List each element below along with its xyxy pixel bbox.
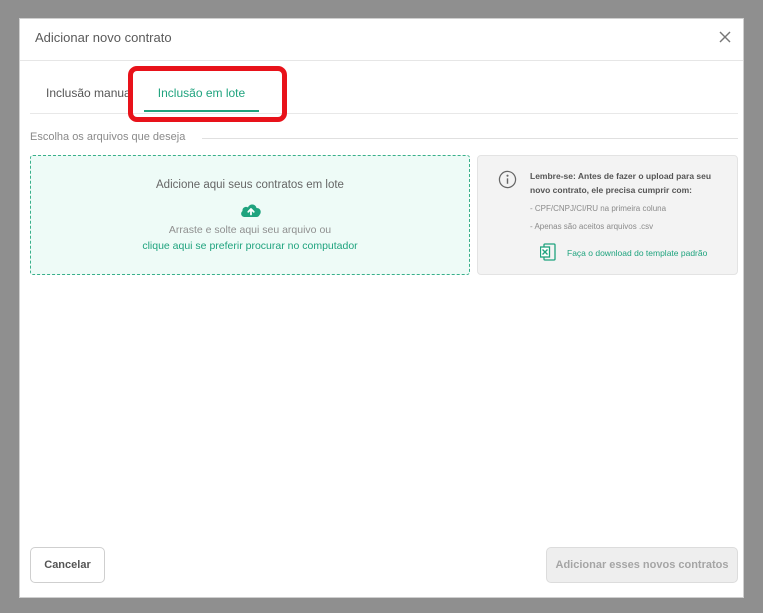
section-label: Escolha os arquivos que deseja [30,131,186,143]
modal-title: Adicionar novo contrato [35,30,172,45]
tab-highlight-annotation [128,66,287,122]
browse-files-link[interactable]: clique aqui se preferir procurar no comp… [31,240,469,252]
dropzone-title: Adicione aqui seus contratos em lote [156,179,344,191]
requirements-info-box: Lembre-se: Antes de fazer o upload para … [477,155,738,275]
info-icon [498,170,517,189]
requirement-item: - CPF/CNPJ/CI/RU na primeira coluna [530,204,667,213]
tab-manual-inclusion[interactable]: Inclusão manual [46,79,133,111]
download-template-link[interactable]: Faça o download do template padrão [567,248,707,258]
requirement-item: - Apenas são aceitos arquivos .csv [530,222,654,231]
section-divider [202,138,738,139]
dropzone-subtitle: Arraste e solte aqui seu arquivo ou [168,224,332,236]
add-contracts-button[interactable]: Adicionar esses novos contratos [546,547,738,583]
file-dropzone[interactable]: Adicione aqui seus contratos em lote Arr… [30,155,470,275]
excel-icon[interactable] [540,243,556,261]
requirements-text: Lembre-se: Antes de fazer o upload para … [530,171,712,195]
cancel-button[interactable]: Cancelar [30,547,105,583]
close-icon[interactable] [717,29,733,45]
cloud-upload-icon [241,204,261,217]
modal-header: Adicionar novo contrato [20,19,743,61]
